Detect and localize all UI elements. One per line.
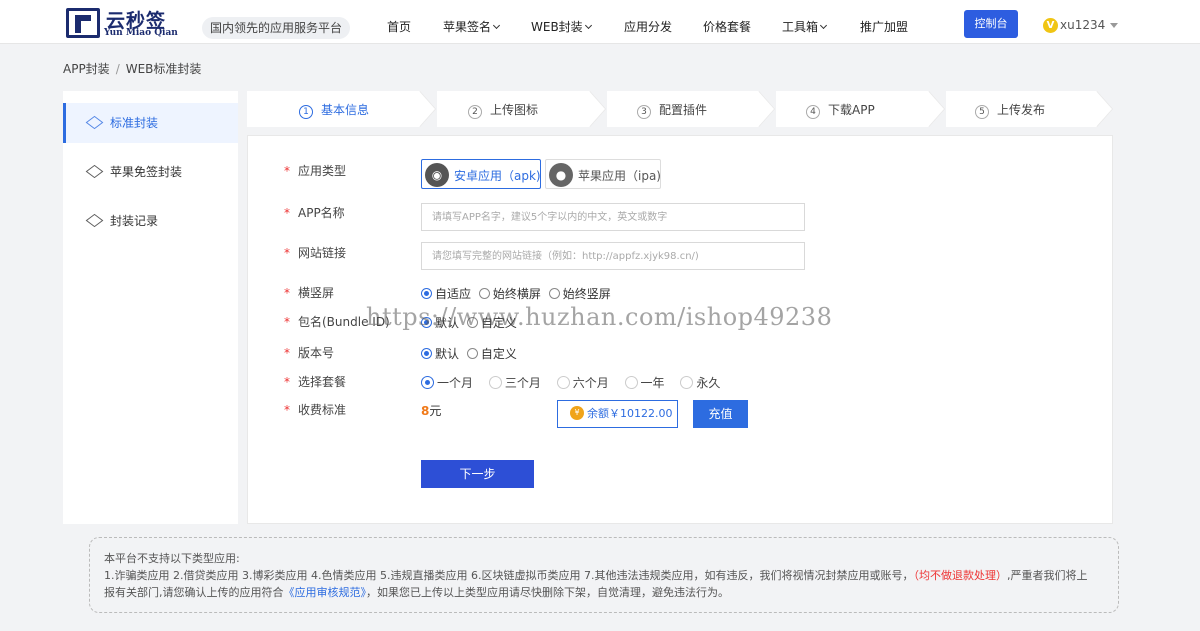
step-arrow-icon <box>758 91 774 127</box>
step-arrow-icon <box>419 91 435 127</box>
vip-badge-icon: V <box>1043 18 1058 33</box>
apple-icon: ● <box>549 163 573 187</box>
next-step-button[interactable]: 下一步 <box>421 460 534 488</box>
chevron-down-icon <box>819 21 828 30</box>
version-radio-group: 默认 自定义 <box>421 345 521 362</box>
package-3-month-radio[interactable]: 三个月 <box>488 376 541 390</box>
label-fee: * 收费标准 <box>284 403 347 417</box>
package-permanent-radio[interactable]: 永久 <box>680 376 720 390</box>
site-logo[interactable]: 云秒签 Yun Miao Qian <box>66 8 192 38</box>
step-basic-info: 1 基本信息 <box>247 91 419 127</box>
fee-price: 8元 <box>421 404 442 418</box>
console-button[interactable]: 控制台 <box>964 10 1018 38</box>
top-header: 云秒签 Yun Miao Qian 国内领先的应用服务平台 首页 苹果签名 WE… <box>0 0 1200 44</box>
label-bundle-id: * 包名(Bundle ID) <box>284 315 390 329</box>
android-icon: ◉ <box>425 163 449 187</box>
label-package: * 选择套餐 <box>284 375 347 389</box>
step-upload-icon: 2 上传图标 <box>437 91 589 127</box>
orientation-auto-radio[interactable]: 自适应 <box>421 287 471 301</box>
step-publish: 5 上传发布 <box>946 91 1096 127</box>
orientation-portrait-radio[interactable]: 始终竖屏 <box>548 287 611 301</box>
policy-notice: 本平台不支持以下类型应用: 1.诈骗类应用 2.借贷类应用 3.博彩类应用 4.… <box>89 537 1119 613</box>
label-app-name: * APP名称 <box>284 206 345 220</box>
orientation-radio-group: 自适应 始终横屏 始终竖屏 <box>421 285 615 302</box>
nav-item-partner[interactable]: 推广加盟 <box>860 18 908 35</box>
logo-mark-icon <box>66 8 100 38</box>
step-download-app: 4 下载APP <box>776 91 928 127</box>
app-type-ios-option[interactable]: ● 苹果应用（ipa) <box>545 159 661 189</box>
step-arrow-icon <box>589 91 605 127</box>
user-menu[interactable]: Vxu1234 <box>1043 18 1119 33</box>
review-policy-link[interactable]: 《应用审核规范》 <box>284 586 367 599</box>
sidebar-item-standard-wrap[interactable]: 标准封装 <box>63 103 238 143</box>
nav-item-app-distribution[interactable]: 应用分发 <box>624 18 672 35</box>
package-1-month-radio[interactable]: 一个月 <box>421 376 473 390</box>
nav-item-home[interactable]: 首页 <box>387 18 411 35</box>
notice-title: 本平台不支持以下类型应用: <box>104 552 240 565</box>
nav-item-apple-sign[interactable]: 苹果签名 <box>443 18 501 35</box>
label-version: * 版本号 <box>284 346 335 360</box>
package-radio-group: 一个月 三个月 六个月 一年 永久 <box>421 374 732 391</box>
package-1-year-radio[interactable]: 一年 <box>624 376 665 390</box>
sidebar-item-apple-free-wrap[interactable]: 苹果免签封装 <box>63 152 238 192</box>
cube-icon <box>85 115 104 130</box>
breadcrumb-current: WEB标准封装 <box>125 62 202 76</box>
orientation-landscape-radio[interactable]: 始终横屏 <box>478 287 541 301</box>
version-custom-radio[interactable]: 自定义 <box>466 347 517 361</box>
logo-text-en: Yun Miao Qian <box>104 28 178 38</box>
nav-item-toolbox[interactable]: 工具箱 <box>782 18 828 35</box>
app-name-input[interactable] <box>421 203 805 231</box>
step-arrow-icon <box>928 91 944 127</box>
chevron-down-icon <box>584 21 592 30</box>
notice-line-3: 报有关部门,请您确认上传的应用符合《应用审核规范》，如果您已上传以上类型应用请尽… <box>104 586 729 599</box>
package-6-month-radio[interactable]: 六个月 <box>556 376 609 390</box>
label-app-type: * 应用类型 <box>284 164 347 178</box>
cube-icon <box>85 164 104 179</box>
bundle-radio-group: 默认 自定义 <box>421 314 521 331</box>
bundle-custom-radio[interactable]: 自定义 <box>466 316 517 330</box>
recharge-button[interactable]: 充值 <box>693 400 748 428</box>
username: xu1234 <box>1060 18 1106 32</box>
chevron-down-icon <box>492 21 501 30</box>
money-bag-icon: ¥ <box>570 406 584 420</box>
sidebar-item-wrap-records[interactable]: 封装记录 <box>63 201 238 241</box>
breadcrumb-parent[interactable]: APP封装 <box>63 62 110 76</box>
step-progress: 1 基本信息 2 上传图标 3 配置插件 4 下载APP 5 上传发布 <box>247 91 1113 127</box>
wrap-form-panel: *应用类型 ◉ 安卓应用（apk) ● 苹果应用（ipa) *APP名称 *网站… <box>247 135 1113 524</box>
balance-display: ¥ 余额￥10122.00 <box>557 400 678 428</box>
label-orientation: * 横竖屏 <box>284 286 335 300</box>
nav-item-web-wrap[interactable]: WEB封装 <box>531 18 592 35</box>
site-slogan: 国内领先的应用服务平台 <box>202 17 351 39</box>
bundle-default-radio[interactable]: 默认 <box>421 316 459 330</box>
site-url-input[interactable] <box>421 242 805 270</box>
nav-item-pricing[interactable]: 价格套餐 <box>703 18 751 35</box>
breadcrumb: APP封装 / WEB标准封装 <box>63 60 201 77</box>
sidebar: 标准封装 苹果免签封装 封装记录 <box>63 91 238 524</box>
breadcrumb-separator: / <box>115 62 120 76</box>
version-default-radio[interactable]: 默认 <box>421 347 459 361</box>
step-config-plugins: 3 配置插件 <box>607 91 758 127</box>
notice-line-2: 1.诈骗类应用 2.借贷类应用 3.博彩类应用 4.色情类应用 5.违规直播类应… <box>104 569 1088 582</box>
label-site-url: * 网站链接 <box>284 246 347 260</box>
caret-down-icon <box>1110 23 1119 28</box>
app-type-android-option[interactable]: ◉ 安卓应用（apk) <box>421 159 541 189</box>
step-arrow-icon <box>1096 91 1112 127</box>
cube-icon <box>85 213 104 228</box>
